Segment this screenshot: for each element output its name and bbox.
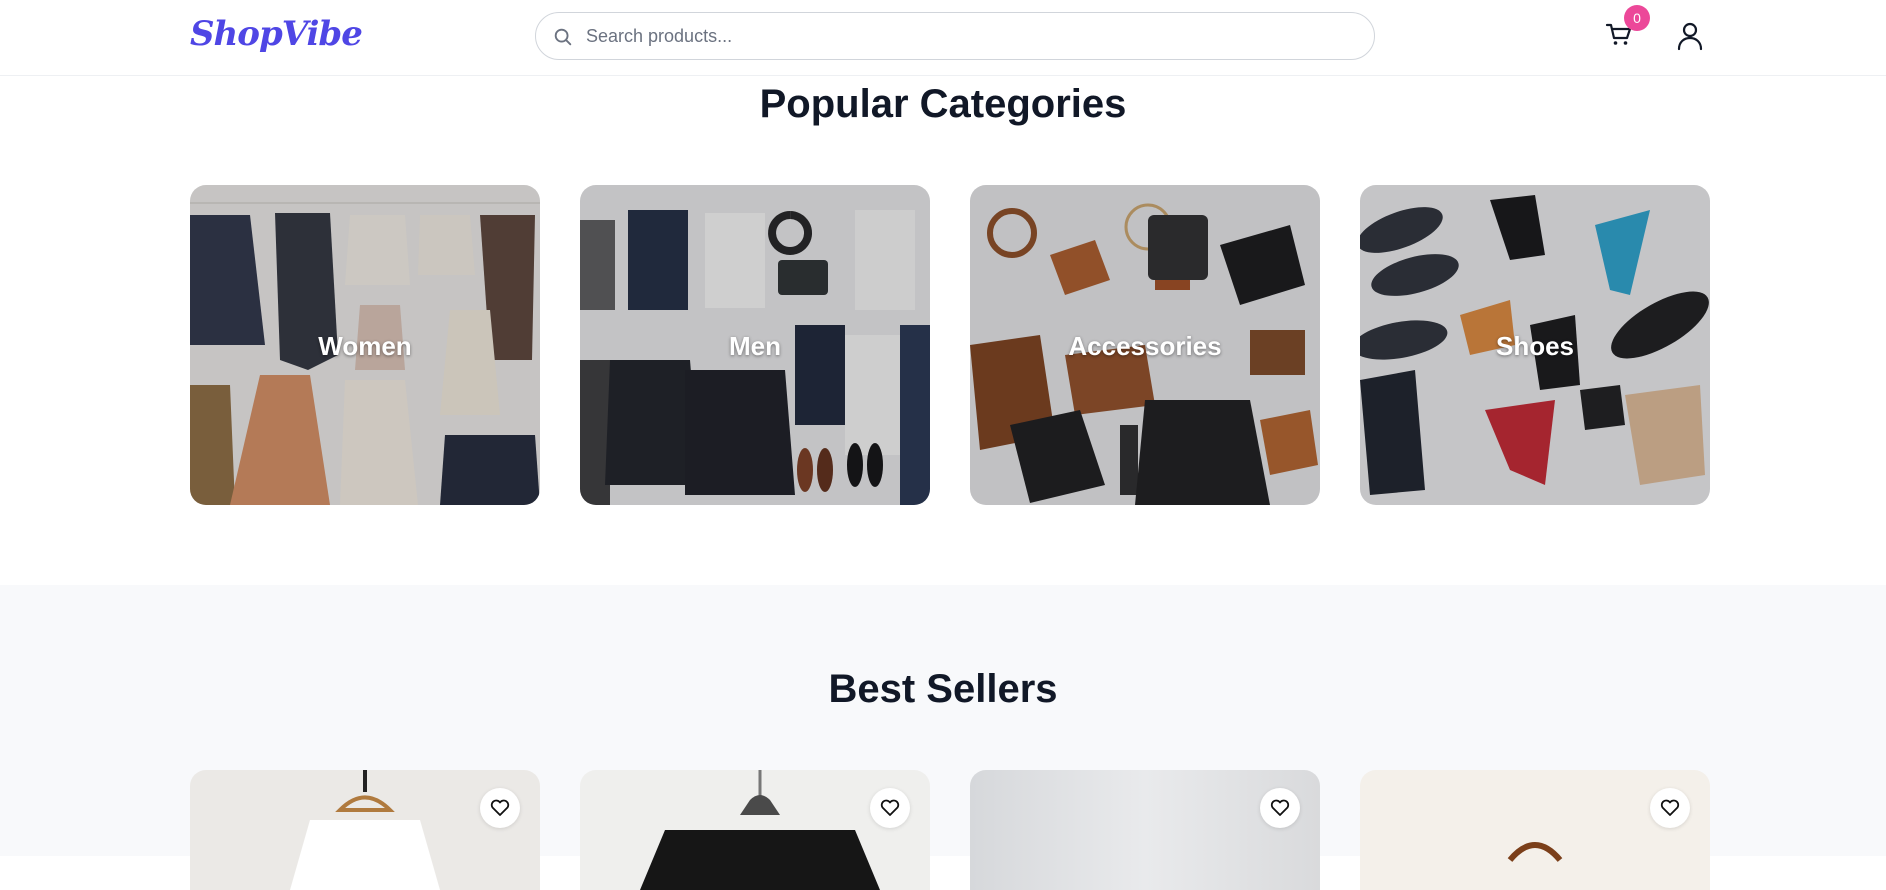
cart-count-badge: 0 <box>1624 5 1650 31</box>
search-bar[interactable] <box>535 12 1375 60</box>
heart-icon <box>490 799 510 816</box>
category-card-shoes[interactable]: Shoes <box>1360 185 1710 505</box>
search-icon <box>554 28 572 46</box>
product-card[interactable] <box>970 770 1320 890</box>
shopvibe-logo[interactable]: ShopVibe <box>190 14 363 54</box>
popular-categories-title: Popular Categories <box>759 82 1127 126</box>
category-card-men[interactable]: Men <box>580 185 930 505</box>
product-image <box>1360 770 1710 890</box>
favorite-button[interactable] <box>870 788 910 828</box>
favorite-button[interactable] <box>480 788 520 828</box>
search-input[interactable] <box>586 21 1346 51</box>
category-label-shoes: Shoes <box>1495 331 1575 361</box>
user-icon[interactable] <box>1676 21 1704 51</box>
heart-icon <box>1660 799 1680 816</box>
product-card[interactable] <box>1360 770 1710 890</box>
category-card-women[interactable]: Women <box>190 185 540 505</box>
favorite-button[interactable] <box>1650 788 1690 828</box>
category-label-men: Men <box>729 331 781 361</box>
heart-icon <box>1270 799 1290 816</box>
product-card[interactable] <box>580 770 930 890</box>
heart-icon <box>880 799 900 816</box>
category-label-women: Women <box>318 331 412 361</box>
top-header: ShopVibe 0 <box>0 0 1886 76</box>
category-card-accessories[interactable]: Accessories <box>970 185 1320 505</box>
favorite-button[interactable] <box>1260 788 1300 828</box>
product-card[interactable] <box>190 770 540 890</box>
category-label-accessories: Accessories <box>1068 331 1222 361</box>
product-image <box>190 770 540 890</box>
product-image <box>580 770 930 890</box>
product-image <box>970 770 1320 890</box>
best-sellers-title: Best Sellers <box>828 667 1058 711</box>
